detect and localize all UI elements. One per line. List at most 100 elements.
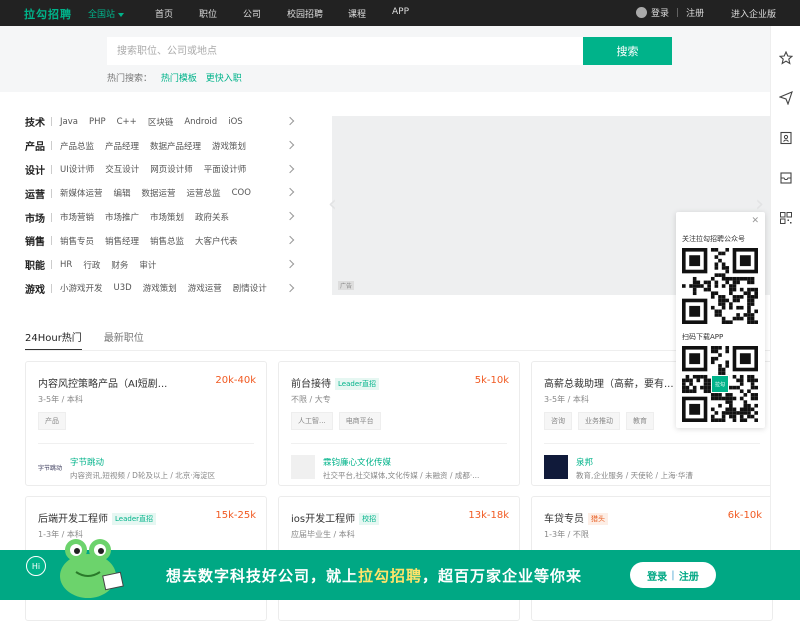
- category-item[interactable]: 游戏策划: [143, 282, 177, 294]
- lagou-logo[interactable]: 拉勾招聘: [24, 6, 72, 22]
- category-name[interactable]: 游戏: [25, 281, 51, 296]
- chevron-right-icon[interactable]: [285, 116, 295, 126]
- job-title[interactable]: 高薪总裁助理（高薪，要有...: [544, 375, 674, 390]
- tab-hot[interactable]: 24Hour热门: [25, 329, 82, 351]
- category-item[interactable]: 游戏运营: [188, 282, 222, 294]
- company-logo[interactable]: 字节跳动: [38, 455, 62, 479]
- job-card[interactable]: 前台接待 Leader直招 5k-10k 不限 / 大专 人工智... 电商平台 霖钧廉心文…: [278, 361, 520, 486]
- category-name[interactable]: 销售: [25, 233, 51, 248]
- job-title[interactable]: 前台接待 Leader直招: [291, 375, 380, 390]
- category-item[interactable]: Android: [184, 117, 217, 127]
- category-item[interactable]: UI设计师: [60, 163, 94, 175]
- job-title[interactable]: 车贷专员 猎头: [544, 510, 608, 525]
- category-item[interactable]: iOS: [228, 117, 242, 127]
- category-name[interactable]: 产品: [25, 138, 51, 153]
- chevron-right-icon[interactable]: [285, 211, 295, 221]
- category-item[interactable]: 数据产品经理: [150, 140, 201, 152]
- category-item[interactable]: 产品总监: [60, 140, 94, 152]
- star-icon[interactable]: [779, 51, 793, 65]
- category-item[interactable]: Java: [60, 117, 78, 127]
- category-item[interactable]: 区块链: [148, 116, 174, 128]
- category-item[interactable]: 剧情设计: [233, 282, 267, 294]
- hot-keyword[interactable]: 更快入职: [206, 74, 242, 84]
- category-item[interactable]: 销售总监: [150, 235, 184, 247]
- job-title[interactable]: ios开发工程师 校招: [291, 510, 380, 525]
- category-item[interactable]: 审计: [139, 259, 156, 271]
- category-row[interactable]: 市场 市场营销 市场推广 市场策划 政府关系: [25, 205, 297, 229]
- register-link[interactable]: 注册: [686, 6, 704, 19]
- inbox-icon[interactable]: [779, 171, 793, 185]
- category-name[interactable]: 职能: [25, 257, 51, 272]
- category-item[interactable]: 交互设计: [105, 163, 139, 175]
- category-item[interactable]: PHP: [89, 117, 106, 127]
- chevron-right-icon[interactable]: [285, 140, 295, 150]
- tab-latest[interactable]: 最新职位: [104, 329, 144, 351]
- category-item[interactable]: 编辑: [114, 187, 131, 199]
- category-item[interactable]: 销售经理: [105, 235, 139, 247]
- chevron-right-icon[interactable]: [285, 164, 295, 173]
- category-row[interactable]: 游戏 小游戏开发 U3D 游戏策划 游戏运营 剧情设计: [25, 277, 297, 301]
- category-item[interactable]: COO: [232, 188, 251, 198]
- nav-companies[interactable]: 公司: [243, 7, 261, 20]
- company-logo[interactable]: [291, 455, 315, 479]
- company-name[interactable]: 泉邦: [576, 456, 593, 468]
- nav-home[interactable]: 首页: [155, 7, 173, 20]
- job-card[interactable]: 内容风控策略产品（AI短剧... 20k-40k 3-5年 / 本科 产品 字节跳动 字节…: [25, 361, 267, 486]
- chevron-right-icon[interactable]: [285, 188, 295, 197]
- category-item[interactable]: 市场策划: [150, 211, 184, 223]
- category-item[interactable]: U3D: [114, 283, 132, 293]
- category-item[interactable]: 市场推广: [105, 211, 139, 223]
- category-item[interactable]: 运营总监: [187, 187, 221, 199]
- category-item[interactable]: 小游戏开发: [60, 282, 103, 294]
- send-icon[interactable]: [779, 91, 793, 105]
- category-item[interactable]: 平面设计师: [204, 163, 247, 175]
- enterprise-link[interactable]: 进入企业版: [731, 7, 776, 20]
- job-title[interactable]: 内容风控策略产品（AI短剧...: [38, 375, 167, 390]
- city-selector[interactable]: 全国站: [88, 7, 125, 20]
- category-row[interactable]: 产品 产品总监 产品经理 数据产品经理 游戏策划: [25, 134, 297, 158]
- category-row[interactable]: 设计 UI设计师 交互设计 网页设计师 平面设计师: [25, 158, 297, 182]
- category-row[interactable]: 技术 Java PHP C++ 区块链 Android iOS: [25, 110, 297, 134]
- company-name[interactable]: 字节跳动: [70, 456, 104, 468]
- category-item[interactable]: 网页设计师: [150, 163, 193, 175]
- chevron-right-icon[interactable]: [285, 283, 295, 292]
- company-logo[interactable]: [544, 455, 568, 479]
- hi-bubble[interactable]: Hi: [26, 556, 46, 576]
- category-item[interactable]: 新媒体运营: [60, 187, 103, 199]
- category-item[interactable]: 数据运营: [142, 187, 176, 199]
- category-item[interactable]: 大客户代表: [195, 235, 238, 247]
- close-icon[interactable]: ✕: [751, 216, 759, 226]
- category-item[interactable]: 财务: [111, 259, 128, 271]
- category-row[interactable]: 销售 销售专员 销售经理 销售总监 大客户代表: [25, 229, 297, 253]
- login-register-button[interactable]: 登录 | 注册: [630, 562, 716, 588]
- category-item[interactable]: C++: [117, 117, 137, 127]
- category-name[interactable]: 设计: [25, 162, 51, 177]
- company-name[interactable]: 霖钧廉心文化传媒: [323, 456, 391, 468]
- category-name[interactable]: 市场: [25, 210, 51, 225]
- category-item[interactable]: 销售专员: [60, 235, 94, 247]
- search-button[interactable]: 搜索: [583, 37, 672, 65]
- nav-campus[interactable]: 校园招聘: [287, 7, 323, 20]
- nav-courses[interactable]: 课程: [348, 7, 366, 20]
- hot-keyword[interactable]: 热门模板: [161, 74, 197, 84]
- chevron-left-icon[interactable]: ‹: [328, 192, 337, 217]
- chevron-right-icon[interactable]: [285, 259, 295, 269]
- qr-code-icon[interactable]: [779, 211, 793, 225]
- nav-app[interactable]: APP: [392, 7, 409, 17]
- category-item[interactable]: 政府关系: [195, 211, 229, 223]
- nav-jobs[interactable]: 职位: [199, 7, 217, 20]
- job-title[interactable]: 后端开发工程师 Leader直招: [38, 510, 157, 525]
- category-item[interactable]: HR: [60, 260, 72, 270]
- category-item[interactable]: 游戏策划: [212, 140, 246, 152]
- category-name[interactable]: 运营: [25, 186, 51, 201]
- category-item[interactable]: 市场营销: [60, 211, 94, 223]
- category-name[interactable]: 技术: [25, 114, 51, 129]
- category-row[interactable]: 运营 新媒体运营 编辑 数据运营 运营总监 COO: [25, 181, 297, 205]
- category-row[interactable]: 职能 HR 行政 财务 审计: [25, 253, 297, 277]
- chevron-right-icon[interactable]: [285, 235, 295, 245]
- category-item[interactable]: 行政: [83, 259, 100, 271]
- resume-icon[interactable]: [779, 131, 793, 145]
- login-link[interactable]: 登录: [651, 6, 669, 19]
- search-input[interactable]: [107, 37, 583, 65]
- category-item[interactable]: 产品经理: [105, 140, 139, 152]
